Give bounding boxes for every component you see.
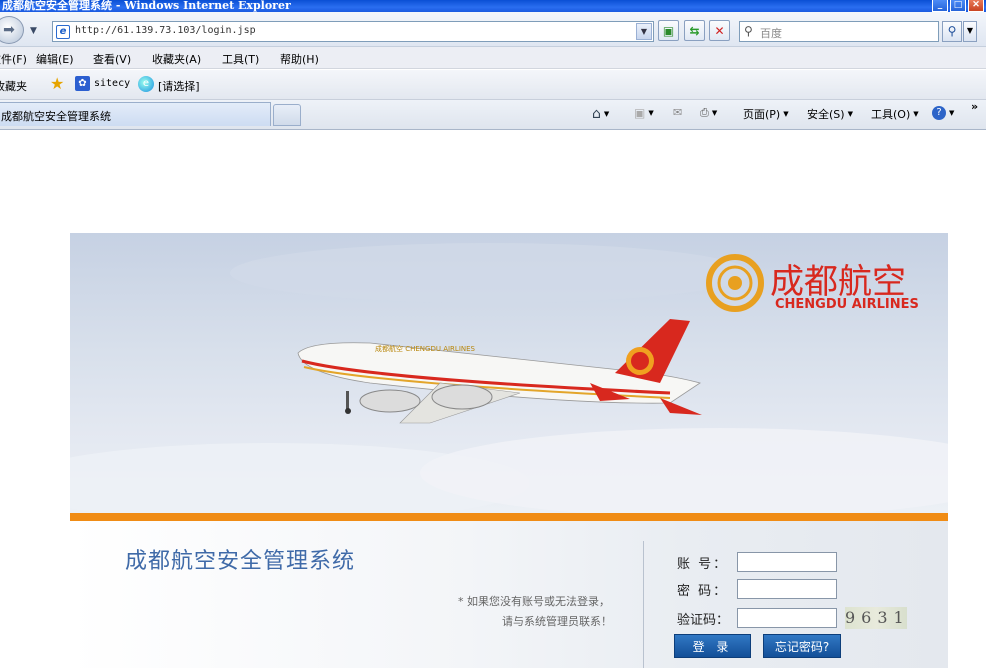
- window-title-bar: 成都航空安全管理系统 - Windows Internet Explorer _…: [0, 0, 986, 12]
- add-favorite-star-icon[interactable]: ★: [50, 76, 68, 94]
- minimize-button[interactable]: _: [932, 0, 948, 12]
- banner-graphic: 成都航空 CHENGDU AIRLINES 成都航空 CHENGDU AIRLI…: [70, 243, 948, 513]
- ie-globe-icon: e: [138, 76, 154, 92]
- help-note-line1: * 如果您没有账号或无法登录，: [458, 595, 610, 608]
- plane-livery-text: 成都航空 CHENGDU AIRLINES: [375, 344, 476, 353]
- window-title: 成都航空安全管理系统 - Windows Internet Explorer: [2, 0, 291, 12]
- search-placeholder: 百度: [760, 27, 782, 40]
- help-note-line2: 请与系统管理员联系！: [502, 615, 612, 628]
- menu-tools[interactable]: 工具(T): [222, 51, 259, 67]
- password-label: 密 码：: [677, 584, 729, 599]
- search-icon: ⚲: [947, 24, 957, 38]
- ie-page-icon: e: [56, 25, 70, 39]
- address-url[interactable]: http://61.139.73.103/login.jsp: [75, 25, 256, 36]
- help-button[interactable]: ? ▼: [932, 106, 954, 120]
- tab-active[interactable]: 成都航空安全管理系统: [0, 102, 271, 126]
- tools-menu-label: 工具(O): [871, 108, 911, 121]
- search-box[interactable]: ⚲ 百度: [739, 21, 939, 42]
- feeds-button[interactable]: ▣ ▼: [634, 106, 654, 120]
- menu-file[interactable]: 文件(F): [0, 51, 27, 67]
- safety-menu-label: 安全(S): [807, 108, 845, 121]
- address-toolbar: ➡ ▼ e http://61.139.73.103/login.jsp ▼ ▣…: [0, 12, 986, 47]
- tab-bar: 成都航空安全管理系统 ⌂ ▼ ▣ ▼ ✉ ⎙ ▼ 页面(P) ▼ 安全(S) ▼ 工具(O…: [0, 100, 986, 130]
- brand-name-en: CHENGDU AIRLINES: [775, 297, 919, 312]
- home-icon: ⌂: [592, 106, 601, 122]
- airline-banner: 成都航空 CHENGDU AIRLINES 成都航空 CHENGDU AIRLI…: [70, 233, 948, 513]
- orange-divider: [70, 513, 948, 521]
- menu-view[interactable]: 查看(V): [93, 51, 131, 67]
- menu-edit[interactable]: 编辑(E): [36, 51, 74, 67]
- search-magnifier-icon: ⚲: [744, 24, 753, 38]
- close-window-button[interactable]: ✕: [968, 0, 984, 12]
- home-button[interactable]: ⌂ ▼: [592, 106, 609, 122]
- stop-icon: ✕: [714, 23, 725, 38]
- address-dropdown-icon[interactable]: ▼: [636, 23, 652, 40]
- favorite-link-sitecy[interactable]: sitecy: [94, 78, 130, 89]
- menu-favorites[interactable]: 收藏夹(A): [152, 51, 201, 67]
- rss-icon: ▣: [634, 106, 646, 120]
- account-label: 账 号：: [677, 557, 729, 572]
- search-go-button[interactable]: ⚲: [942, 21, 962, 42]
- captcha-label: 验证码：: [677, 613, 730, 628]
- compat-icon: ▣: [662, 23, 675, 38]
- safety-menu-button[interactable]: 安全(S) ▼: [807, 106, 853, 122]
- page-menu-button[interactable]: 页面(P) ▼: [743, 106, 789, 122]
- page-menu-label: 页面(P): [743, 108, 781, 121]
- stop-button[interactable]: ✕: [709, 20, 730, 41]
- maximize-button[interactable]: □: [950, 0, 966, 12]
- forgot-password-button[interactable]: 忘记密码?: [763, 634, 841, 658]
- new-tab-button[interactable]: [273, 104, 301, 126]
- airplane-image: 成都航空 CHENGDU AIRLINES: [297, 319, 702, 424]
- tab-title: 成都航空安全管理系统: [1, 110, 111, 123]
- help-icon: ?: [932, 106, 946, 120]
- back-arrow-icon: ➡: [3, 22, 15, 38]
- refresh-icon: ⇆: [689, 23, 700, 38]
- baidu-paw-icon: ✿: [75, 76, 90, 91]
- chevron-more-icon[interactable]: »: [971, 100, 978, 113]
- panel-divider: [643, 541, 644, 668]
- page-content: 成都航空 CHENGDU AIRLINES 成都航空 CHENGDU AIRLI…: [0, 131, 986, 668]
- history-dropdown-icon[interactable]: ▼: [30, 26, 37, 36]
- password-input[interactable]: [737, 579, 837, 599]
- system-title: 成都航空安全管理系统: [125, 549, 356, 574]
- menu-help[interactable]: 帮助(H): [280, 51, 319, 67]
- favorites-label[interactable]: 收藏夹: [0, 78, 27, 94]
- tools-menu-button[interactable]: 工具(O) ▼: [871, 106, 919, 122]
- favorites-bar: 收藏夹 ★ ✿ sitecy e [请选择]: [0, 70, 986, 100]
- captcha-image[interactable]: 9631: [845, 607, 907, 629]
- mail-icon: ✉: [673, 106, 683, 119]
- favorite-link-select[interactable]: [请选择]: [158, 78, 200, 94]
- brand-name-cn: 成都航空: [770, 262, 906, 302]
- refresh-button[interactable]: ⇆: [684, 20, 705, 41]
- account-input[interactable]: [737, 552, 837, 572]
- address-bar[interactable]: e http://61.139.73.103/login.jsp ▼: [52, 21, 654, 42]
- search-options-dropdown[interactable]: ▼: [963, 21, 977, 42]
- printer-icon: ⎙: [700, 106, 709, 119]
- print-button[interactable]: ⎙ ▼: [700, 106, 717, 120]
- login-button[interactable]: 登 录: [674, 634, 751, 658]
- back-button[interactable]: ➡: [0, 16, 24, 44]
- menu-bar: 文件(F) 编辑(E) 查看(V) 收藏夹(A) 工具(T) 帮助(H): [0, 47, 986, 69]
- captcha-input[interactable]: [737, 608, 837, 628]
- login-panel: 成都航空安全管理系统 * 如果您没有账号或无法登录， 请与系统管理员联系！ 账 …: [70, 521, 948, 668]
- compatibility-view-button[interactable]: ▣: [658, 20, 679, 41]
- mail-button[interactable]: ✉: [673, 106, 682, 119]
